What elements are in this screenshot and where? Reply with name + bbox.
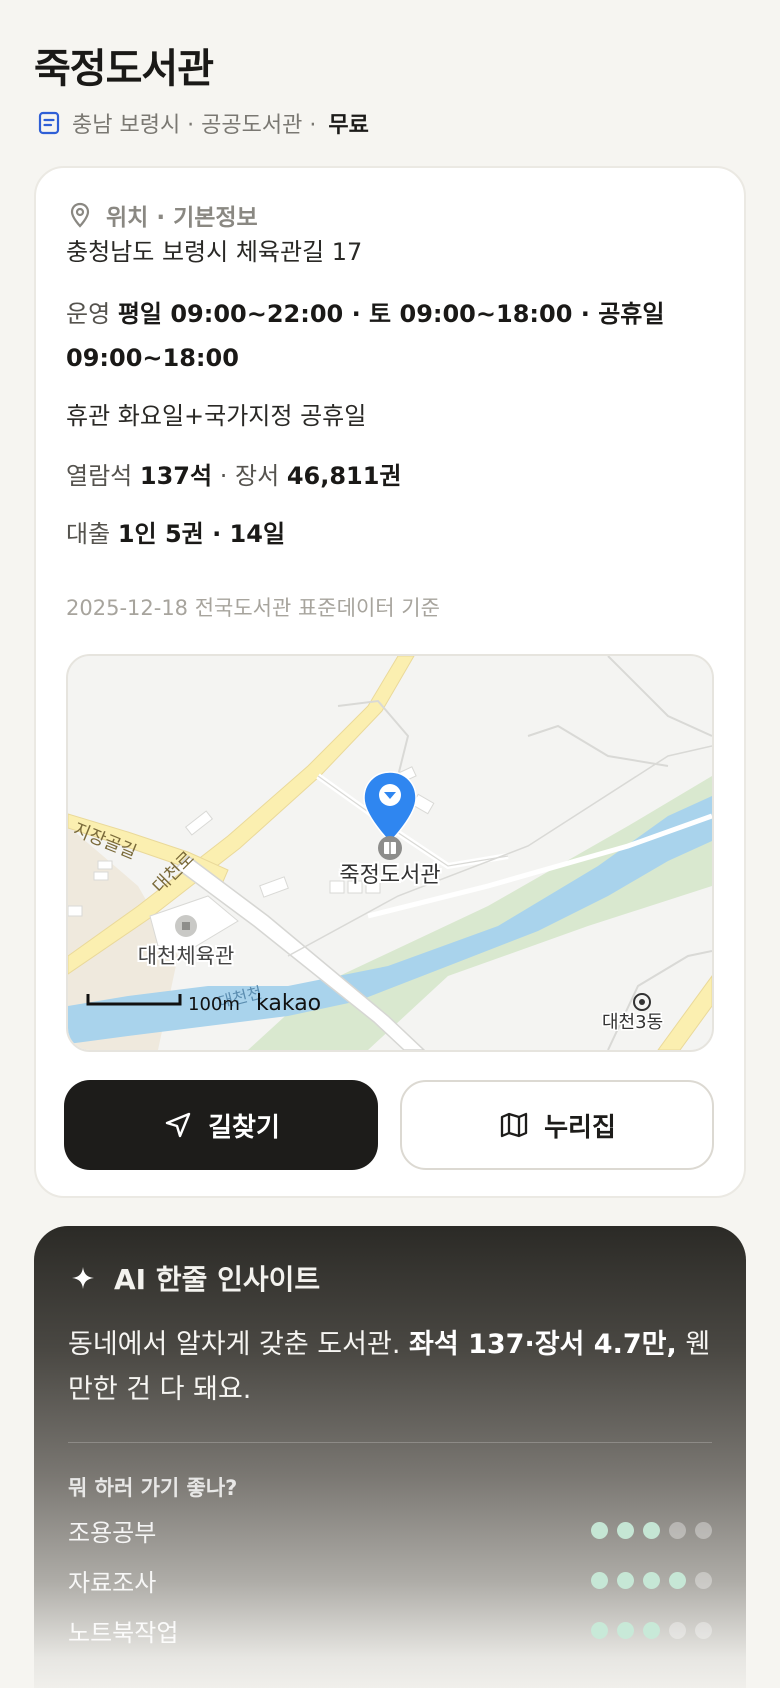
score-dots	[591, 1571, 712, 1589]
district-map-label: 대천3동	[602, 1012, 663, 1033]
loan-value: 1인 5권 · 14일	[117, 520, 286, 548]
ai-insight-plain: 동네에서 알차게 갖춘 도서관.	[68, 1329, 401, 1360]
price-badge: 무료	[328, 113, 369, 138]
books-value: 46,811권	[286, 462, 402, 490]
data-source-note: 2025-12-18 전국도서관 표준데이터 기준	[66, 596, 440, 620]
ai-insight-text: 동네에서 알차게 갖춘 도서관. 좌석 137·장서 4.7만, 웬만한 건 다…	[68, 1322, 718, 1412]
navigation-arrow-icon	[162, 1109, 194, 1141]
library-detail-page: 죽정도서관 충남 보령시 · 공공도서관 · 무료 위치 · 기본정보 충청남도…	[0, 0, 780, 1688]
info-section-header: 위치 · 기본정보	[66, 198, 258, 232]
score-dot-empty	[695, 1571, 712, 1589]
page-title: 죽정도서관	[34, 46, 214, 92]
score-dot-filled	[591, 1571, 608, 1589]
score-dots	[591, 1521, 712, 1539]
score-dots	[591, 1621, 712, 1639]
map-canvas[interactable]: 대천체육관 지장골길 대천로 대천천 대천3동 죽정도서관 100m kakao	[68, 656, 712, 1050]
score-dot-filled	[617, 1571, 634, 1589]
score-row: 노트북작업	[68, 1610, 712, 1650]
info-section-title: 위치 · 기본정보	[106, 205, 258, 231]
closed-line: 휴관 화요일+국가지정 공휴일	[66, 402, 367, 430]
score-dot-filled	[643, 1571, 660, 1589]
ai-insight-highlight: 좌석 137·장서 4.7만,	[409, 1329, 677, 1360]
capacity-line: 열람석 137석 · 장서 46,811권	[66, 462, 402, 490]
ai-divider	[68, 1442, 712, 1443]
subtitle-row: 충남 보령시 · 공공도서관 · 무료	[36, 106, 369, 140]
address-line: 충청남도 보령시 체육관길 17	[66, 238, 363, 266]
library-map-label: 죽정도서관	[339, 863, 440, 888]
score-label: 자료조사	[68, 1568, 157, 1597]
sparkle-icon	[70, 1265, 96, 1291]
score-dot-filled	[643, 1621, 660, 1639]
ai-question: 뭐 하러 가기 좋나?	[68, 1476, 238, 1500]
score-dot-filled	[617, 1521, 634, 1539]
score-label: 조용공부	[68, 1518, 157, 1547]
hours-label: 운영	[66, 300, 111, 328]
ai-insight-title: AI 한줄 인사이트	[114, 1263, 321, 1296]
info-card: 위치 · 기본정보 충청남도 보령시 체육관길 17 운영 평일 09:00~2…	[34, 166, 746, 1198]
location-pin-icon	[66, 201, 94, 229]
directions-button-label: 길찾기	[208, 1112, 280, 1143]
ai-insight-card: AI 한줄 인사이트 동네에서 알차게 갖춘 도서관. 좌석 137·장서 4.…	[34, 1226, 746, 1688]
ai-insight-header: AI 한줄 인사이트	[70, 1256, 320, 1300]
score-dot-empty	[669, 1621, 686, 1639]
score-row: 조용공부	[68, 1510, 712, 1550]
score-dot-filled	[617, 1621, 634, 1639]
books-label: 장서	[235, 462, 280, 490]
map-scale-label: 100m	[188, 994, 240, 1015]
score-dot-empty	[695, 1621, 712, 1639]
score-dot-empty	[669, 1521, 686, 1539]
location-map[interactable]: 대천체육관 지장골길 대천로 대천천 대천3동 죽정도서관 100m kakao	[66, 654, 714, 1052]
score-dot-filled	[591, 1521, 608, 1539]
score-label: 노트북작업	[68, 1618, 179, 1647]
hours-line: 운영 평일 09:00~22:00 · 토 09:00~18:00 · 공휴일 …	[66, 292, 716, 380]
directions-button[interactable]: 길찾기	[64, 1080, 378, 1170]
loan-label: 대출	[66, 520, 111, 548]
score-row: 자료조사	[68, 1560, 712, 1600]
subtitle-meta: 충남 보령시 · 공공도서관 ·	[72, 113, 317, 138]
document-icon	[36, 110, 62, 136]
gym-map-label: 대천체육관	[138, 944, 235, 968]
hours-value: 평일 09:00~22:00 · 토 09:00~18:00 · 공휴일 09:…	[66, 300, 665, 372]
map-icon	[498, 1109, 530, 1141]
seats-label: 열람석	[66, 462, 133, 490]
score-dot-filled	[669, 1571, 686, 1589]
seats-value: 137석	[139, 462, 213, 490]
score-dot-filled	[591, 1621, 608, 1639]
loan-line: 대출 1인 5권 · 14일	[66, 512, 716, 556]
score-dot-empty	[695, 1521, 712, 1539]
homepage-button[interactable]: 누리집	[400, 1080, 714, 1170]
homepage-button-label: 누리집	[544, 1112, 616, 1143]
map-provider-logo: kakao	[256, 991, 321, 1016]
score-dot-filled	[643, 1521, 660, 1539]
